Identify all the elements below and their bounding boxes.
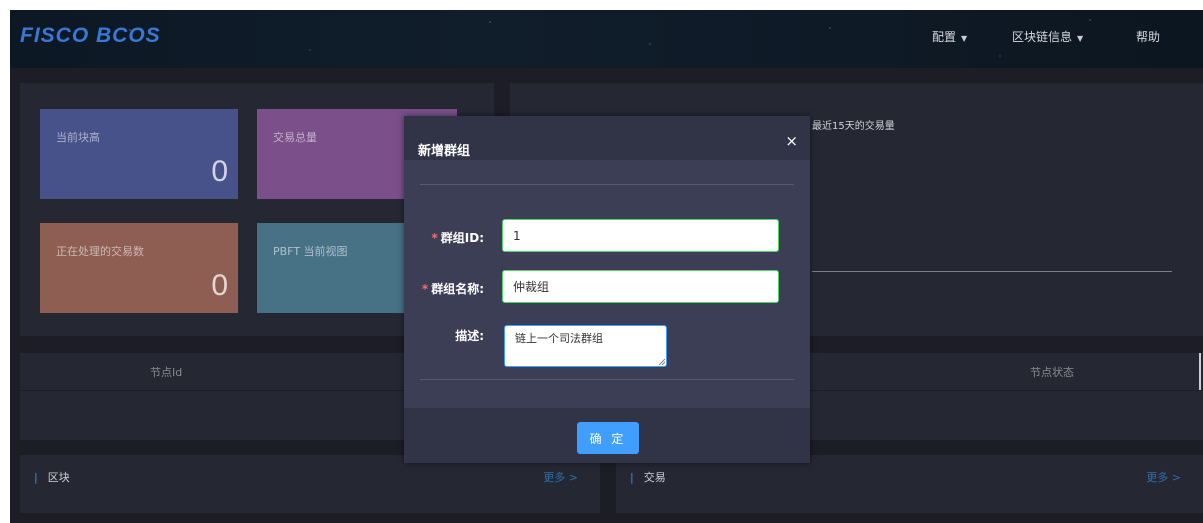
chart-title: 最近15天的交易量 [812, 121, 895, 132]
block-height-value: 0 [211, 155, 228, 188]
nav-config-label: 配置 [932, 30, 957, 44]
caret-down-icon: ▼ [961, 34, 968, 43]
blocks-more-link[interactable]: 更多 > [543, 469, 578, 485]
pending-tx-value: 0 [211, 269, 228, 302]
confirm-button[interactable]: 确 定 [577, 422, 639, 454]
transactions-section: | 交易 更多 > [616, 455, 1203, 513]
app-frame: FISCO BCOS 配置 ▼ 区块链信息 ▼ 帮助 当前块高 0 交易总量 正在处… [10, 10, 1203, 523]
dialog-form: *群组ID: *群组名称: 描述: 链上一个司法群组 [404, 160, 810, 408]
description-label: 描述: [455, 329, 484, 343]
resize-handle-icon[interactable] [659, 359, 665, 365]
group-name-label: * 群组名称: [422, 280, 484, 297]
nav-blockchain-info-menu[interactable]: 区块链信息 ▼ [1012, 28, 1083, 45]
caret-down-icon: ▼ [1077, 34, 1084, 43]
chart-x-axis [812, 271, 1172, 272]
group-id-input[interactable] [502, 219, 779, 252]
transactions-more-link[interactable]: 更多 > [1146, 469, 1181, 485]
blocks-title-text: 区块 [47, 471, 70, 484]
group-name-input[interactable] [502, 270, 779, 303]
column-node-status: 节点状态 [1030, 366, 1074, 379]
blocks-section-title: | 区块 [34, 469, 70, 485]
nav-blockchain-info-label: 区块链信息 [1012, 30, 1073, 44]
required-star: * [421, 282, 429, 296]
description-textarea[interactable]: 链上一个司法群组 [504, 325, 667, 367]
required-star: * [431, 231, 438, 245]
fisco-bcos-logo[interactable]: FISCO BCOS [20, 24, 161, 48]
table-scrollbar[interactable] [1199, 353, 1201, 390]
group-name-label-text: 群组名称: [431, 282, 484, 296]
close-icon[interactable]: × [785, 132, 798, 150]
column-node-id: 节点Id [150, 366, 183, 379]
nav-config-menu[interactable]: 配置 ▼ [932, 28, 967, 45]
block-height-label: 当前块高 [56, 131, 100, 144]
section-marker-icon: | [630, 471, 634, 484]
nav-help-label: 帮助 [1136, 30, 1161, 44]
nav-help-link[interactable]: 帮助 [1136, 28, 1160, 45]
add-group-dialog: 新增群组 × *群组ID: *群组名称: 描述: 链上一个司法群组 确 定 [404, 116, 810, 463]
divider [420, 184, 794, 185]
top-header: FISCO BCOS 配置 ▼ 区块链信息 ▼ 帮助 [10, 10, 1203, 68]
divider [420, 379, 794, 380]
pending-tx-label: 正在处理的交易数 [56, 245, 144, 258]
tx-total-label: 交易总量 [273, 131, 317, 144]
dialog-title: 新增群组 [418, 144, 471, 159]
pbft-view-label: PBFT 当前视图 [273, 245, 348, 258]
transactions-section-title: | 交易 [630, 469, 666, 485]
blocks-section: | 区块 更多 > [20, 455, 600, 513]
pending-tx-card: 正在处理的交易数 0 [40, 223, 238, 313]
block-height-card: 当前块高 0 [40, 109, 238, 199]
section-marker-icon: | [34, 471, 38, 484]
transactions-title-text: 交易 [643, 471, 666, 484]
group-id-label-text: 群组ID: [440, 231, 484, 245]
group-id-label: * 群组ID: [431, 229, 484, 246]
